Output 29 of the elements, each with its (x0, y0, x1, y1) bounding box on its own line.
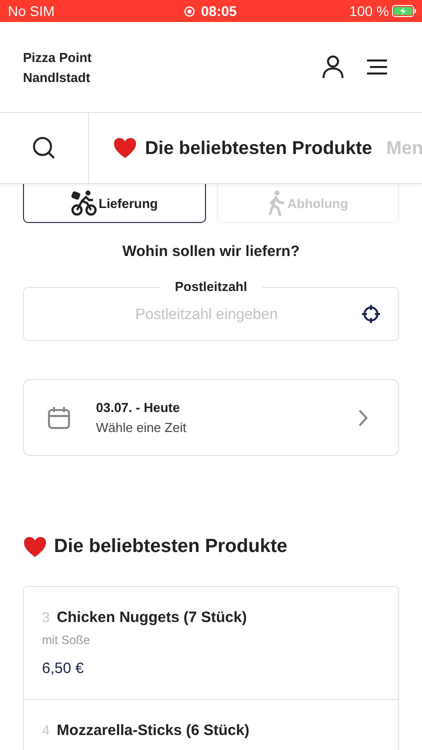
location-icon (184, 6, 195, 16)
heart-icon (23, 536, 47, 558)
time-picker-card[interactable]: 03.07. - Heute Wähle eine Zeit (23, 379, 399, 456)
shop-name: Pizza Point (23, 50, 93, 64)
cyclist-icon (70, 190, 97, 216)
product-description: mit Soße (42, 633, 92, 647)
crosshair-icon[interactable] (361, 304, 381, 324)
category-tab[interactable]: Die beliebtesten Produkte (113, 137, 372, 159)
carrier-text: No SIM (8, 3, 55, 19)
shop-city: Nandlstadt (23, 70, 92, 84)
postcode-input[interactable]: Postleitzahl eingeben (34, 304, 361, 324)
heart-icon (113, 137, 137, 159)
product-name: Mozzarella-Sticks (6 Stück) (56, 722, 250, 739)
section-title: Die beliebtesten Produkte (54, 536, 288, 558)
order-mode-tab[interactable]: Lieferung (23, 184, 206, 223)
walking-person-icon (267, 190, 286, 216)
calendar-icon (47, 406, 71, 430)
battery-icon (392, 5, 416, 17)
product-name: Chicken Nuggets (7 Stück) (56, 609, 247, 626)
menu-icon[interactable] (366, 59, 388, 75)
user-icon[interactable] (322, 55, 344, 79)
search-icon[interactable] (32, 136, 56, 160)
chevron-right-icon (358, 408, 368, 426)
delivery-question: Wohin sollen wir liefern? (121, 243, 301, 260)
time-text: 08:05 (201, 3, 237, 19)
battery-text: 100 % (349, 3, 389, 19)
time-hint: Wähle eine Zeit (96, 420, 188, 435)
product-price: 6,50 € (42, 660, 85, 677)
date-text: 03.07. - Heute (96, 400, 181, 415)
